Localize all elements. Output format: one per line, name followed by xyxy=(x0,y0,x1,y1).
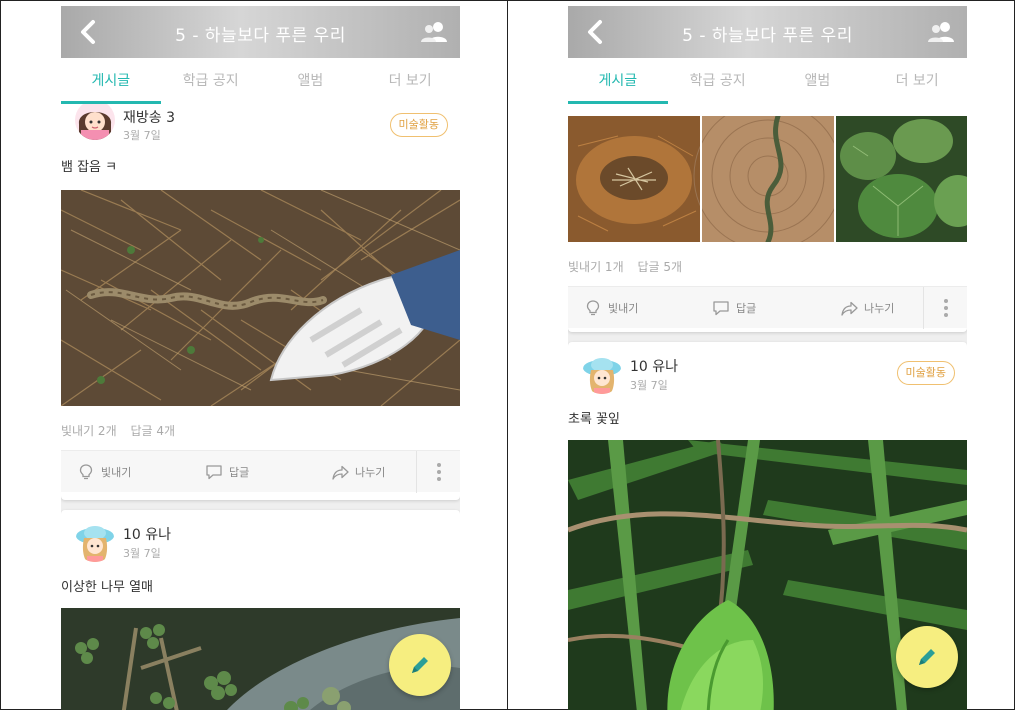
post-header: 10 유나 3월 7일 미술활동 xyxy=(568,342,967,394)
write-post-button[interactable] xyxy=(389,634,451,696)
more-options-button[interactable] xyxy=(416,451,460,493)
comments-count[interactable]: 답글 4개 xyxy=(130,424,175,438)
tab-more[interactable]: 더 보기 xyxy=(867,58,967,104)
pencil-icon xyxy=(412,657,428,673)
post-text: 뱀 잡음 ㅋ xyxy=(61,160,118,175)
post-actions: 빛내기 답글 나누기 xyxy=(61,450,460,493)
comment-label: 답글 xyxy=(736,302,757,315)
photo-grid-three xyxy=(568,116,967,242)
more-vertical-icon xyxy=(436,463,441,481)
tab-posts[interactable]: 게시글 xyxy=(568,58,668,104)
share-label: 나누기 xyxy=(355,466,386,479)
lightbulb-icon xyxy=(79,464,93,480)
post-card: 재방송 3 3월 7일 미술활동 뱀 잡음 ㅋ 빛내기 2개 답글 4개 빛내기… xyxy=(61,104,460,500)
share-label: 나누기 xyxy=(864,302,895,315)
write-post-button[interactable] xyxy=(896,626,958,688)
tab-album[interactable]: 앨범 xyxy=(261,58,361,104)
members-icon xyxy=(421,22,447,42)
post-date: 3월 7일 xyxy=(123,547,161,560)
post-author[interactable]: 재방송 3 xyxy=(123,107,175,127)
back-button[interactable] xyxy=(73,16,105,48)
category-tag[interactable]: 미술활동 xyxy=(896,361,955,385)
post-feed[interactable]: 재방송 3 3월 7일 미술활동 뱀 잡음 ㅋ 빛내기 2개 답글 4개 빛내기… xyxy=(61,104,460,710)
avatar[interactable] xyxy=(582,354,622,394)
comment-icon xyxy=(206,465,222,480)
back-arrow-icon xyxy=(588,20,602,44)
like-label: 빛내기 xyxy=(101,466,132,479)
comment-label: 답글 xyxy=(229,466,250,479)
share-icon xyxy=(841,301,858,316)
members-button[interactable] xyxy=(420,20,448,44)
post-text: 이상한 나무 열매 xyxy=(61,580,153,595)
avatar-girl-hat-icon xyxy=(582,354,622,394)
post-author[interactable]: 10 유나 xyxy=(123,524,171,544)
members-icon xyxy=(928,22,954,42)
comments-count[interactable]: 답글 5개 xyxy=(637,260,682,274)
panel-divider xyxy=(507,0,508,710)
post-photo-snake[interactable] xyxy=(61,190,460,406)
likes-count[interactable]: 빛내기 1개 xyxy=(568,260,624,274)
post-card: 빛내기 1개 답글 5개 빛내기 답글 나누기 xyxy=(568,104,967,332)
right-screen: 5 - 하늘보다 푸른 우리 게시글 학급 공지 앨범 더 보기 빛내기 1개 … xyxy=(568,6,967,710)
post-date: 3월 7일 xyxy=(123,129,161,142)
more-vertical-icon xyxy=(943,299,948,317)
post-photo-grid[interactable] xyxy=(568,116,967,242)
back-button[interactable] xyxy=(580,16,612,48)
back-arrow-icon xyxy=(81,20,95,44)
like-button[interactable]: 빛내기 xyxy=(77,451,131,493)
lightbulb-icon xyxy=(586,300,600,316)
tab-posts[interactable]: 게시글 xyxy=(61,58,161,104)
share-button[interactable]: 나누기 xyxy=(840,287,894,329)
post-header: 10 유나 3월 7일 xyxy=(61,510,460,562)
post-feed[interactable]: 빛내기 1개 답글 5개 빛내기 답글 나누기 10 유나 3월 7일 미술활동… xyxy=(568,104,967,710)
avatar[interactable] xyxy=(75,522,115,562)
tab-class-notice[interactable]: 학급 공지 xyxy=(668,58,768,104)
tab-bar: 게시글 학급 공지 앨범 더 보기 xyxy=(568,58,967,104)
comment-icon xyxy=(713,301,729,316)
post-stats: 빛내기 2개 답글 4개 xyxy=(61,422,185,439)
like-button[interactable]: 빛내기 xyxy=(584,287,638,329)
left-screen: 5 - 하늘보다 푸른 우리 게시글 학급 공지 앨범 더 보기 재방송 3 3… xyxy=(61,6,460,710)
pencil-icon xyxy=(919,649,935,665)
tab-more[interactable]: 더 보기 xyxy=(360,58,460,104)
tab-bar: 게시글 학급 공지 앨범 더 보기 xyxy=(61,58,460,104)
members-button[interactable] xyxy=(927,20,955,44)
post-author[interactable]: 10 유나 xyxy=(630,356,678,376)
comment-button[interactable]: 답글 xyxy=(205,451,249,493)
share-button[interactable]: 나누기 xyxy=(331,451,385,493)
avatar-girl-hat-icon xyxy=(75,522,115,562)
top-bar: 5 - 하늘보다 푸른 우리 xyxy=(61,6,460,58)
share-icon xyxy=(332,465,349,480)
avatar[interactable] xyxy=(75,104,115,140)
post-date: 3월 7일 xyxy=(630,379,668,392)
band-title: 5 - 하늘보다 푸른 우리 xyxy=(682,26,853,46)
comment-button[interactable]: 답글 xyxy=(712,287,756,329)
post-text: 초록 꽃잎 xyxy=(568,412,620,427)
top-bar: 5 - 하늘보다 푸른 우리 xyxy=(568,6,967,58)
post-stats: 빛내기 1개 답글 5개 xyxy=(568,258,692,275)
avatar-girl-icon xyxy=(75,104,115,140)
tab-album[interactable]: 앨범 xyxy=(768,58,868,104)
category-tag[interactable]: 미술활동 xyxy=(389,113,448,137)
post-header: 재방송 3 3월 7일 미술활동 xyxy=(61,104,460,146)
likes-count[interactable]: 빛내기 2개 xyxy=(61,424,117,438)
tab-class-notice[interactable]: 학급 공지 xyxy=(161,58,261,104)
like-label: 빛내기 xyxy=(608,302,639,315)
band-title: 5 - 하늘보다 푸른 우리 xyxy=(175,26,346,46)
photo-snake-pine-needles xyxy=(61,190,460,406)
more-options-button[interactable] xyxy=(923,287,967,329)
post-actions: 빛내기 답글 나누기 xyxy=(568,286,967,329)
